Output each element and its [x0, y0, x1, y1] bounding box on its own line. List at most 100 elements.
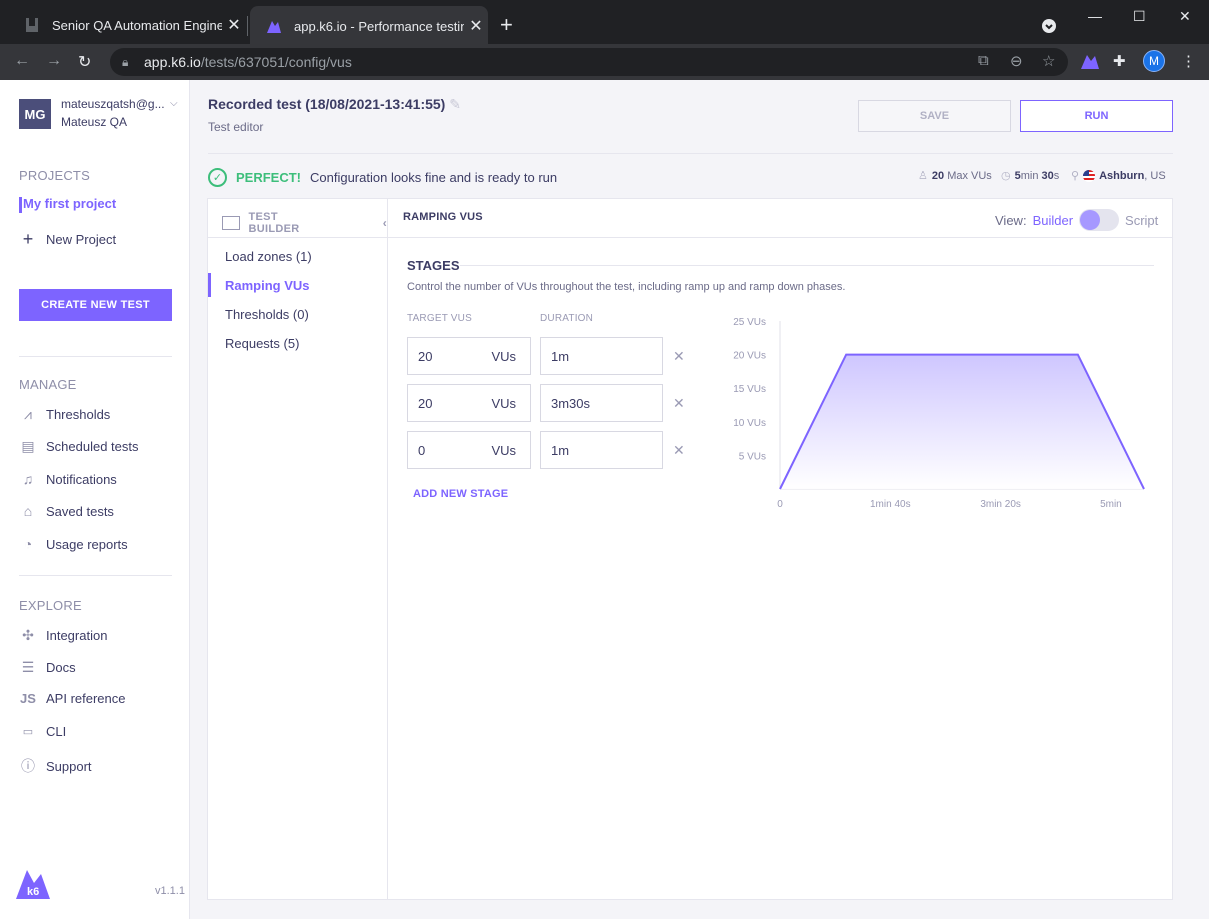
new-project-label: New Project: [46, 232, 117, 247]
chevron-down-icon[interactable]: ⌵: [170, 98, 178, 109]
vus-area-fill: [780, 354, 1144, 489]
back-icon[interactable]: ←: [14, 52, 30, 70]
view-builder-option[interactable]: Builder: [1033, 213, 1073, 228]
view-toggle[interactable]: [1079, 209, 1120, 231]
sidebar-item-notifications[interactable]: ♫ Notifications: [19, 471, 117, 487]
browser-tab-1[interactable]: Senior QA Automation Engineer ✕: [8, 6, 246, 44]
builder-item-ramping-vus[interactable]: Ramping VUs: [225, 278, 310, 293]
y-tick-label: 5 VUs: [739, 451, 766, 462]
sidebar-item-support[interactable]: ⓘ Support: [19, 756, 92, 776]
divider: [208, 237, 387, 238]
section-heading: RAMPING VUS: [403, 211, 483, 223]
k6-extension-icon[interactable]: [1080, 52, 1100, 70]
sidebar-item-saved-tests[interactable]: ⌂ Saved tests: [19, 503, 114, 519]
page-favicon-icon: [26, 18, 38, 32]
stages-heading: STAGES: [407, 258, 460, 273]
sidebar-item-api-reference[interactable]: JS API reference: [19, 691, 125, 706]
sidebar-item-label: Integration: [46, 628, 108, 643]
sidebar-item-integration[interactable]: ✣ Integration: [19, 627, 107, 644]
browser-chrome: Senior QA Automation Engineer ✕ app.k6.i…: [0, 0, 1209, 80]
sidebar-item-label: Support: [46, 758, 92, 774]
target-vus-input[interactable]: 20 VUs: [407, 384, 531, 422]
target-vus-input[interactable]: 20 VUs: [407, 337, 531, 375]
new-project-link[interactable]: + New Project: [19, 229, 116, 250]
tab-search-icon[interactable]: [1041, 18, 1057, 34]
user-email[interactable]: mateuszqatsh@g...: [61, 97, 173, 111]
translate-icon[interactable]: ⧉: [978, 52, 989, 69]
browser-menu-icon[interactable]: ⋮: [1181, 52, 1196, 70]
profile-avatar[interactable]: M: [1143, 50, 1165, 72]
k6-app: MG mateuszqatsh@g... Mateusz QA ⌵ PROJEC…: [0, 80, 1209, 919]
chevron-left-icon[interactable]: ‹: [383, 216, 387, 230]
minimize-icon[interactable]: —: [1088, 8, 1102, 24]
sidebar-item-label: Saved tests: [46, 503, 114, 519]
target-vus-value: 20: [418, 395, 433, 411]
zoom-icon[interactable]: ⊖: [1010, 52, 1023, 70]
duration-input[interactable]: 3m30s: [540, 384, 663, 422]
duration-input[interactable]: 1m: [540, 337, 663, 375]
save-button[interactable]: SAVE: [858, 100, 1011, 132]
js-icon: JS: [20, 691, 36, 706]
close-icon[interactable]: ✕: [226, 15, 242, 35]
create-new-test-button[interactable]: CREATE NEW TEST: [19, 289, 172, 321]
builder-nav: TEST BUILDER ‹ Load zones (1) Ramping VU…: [208, 199, 388, 899]
close-icon[interactable]: ✕: [468, 16, 484, 36]
sidebar-item-label: Thresholds: [46, 407, 111, 422]
version-label: v1.1.1: [155, 885, 185, 897]
reload-icon[interactable]: ↻: [78, 52, 91, 72]
location-country: , US: [1144, 169, 1166, 182]
address-bar[interactable]: 🔒︎ app.k6.io/tests/637051/config/vus: [110, 48, 1068, 76]
sidebar-item-thresholds[interactable]: ⩘ Thresholds: [19, 406, 110, 423]
check-circle-icon: ✓: [208, 168, 227, 187]
col-header-duration: DURATION: [540, 313, 594, 324]
builder-item-requests[interactable]: Requests (5): [225, 336, 299, 351]
maximize-icon[interactable]: ☐: [1133, 8, 1146, 25]
view-switcher: View: Builder Script: [995, 209, 1158, 231]
k6-logo-icon[interactable]: k6: [15, 866, 51, 900]
active-item-indicator: [208, 273, 211, 297]
status-badge: PERFECT!: [236, 170, 301, 185]
bookmark-star-icon[interactable]: ☆: [1042, 52, 1055, 70]
duration-input[interactable]: 1m: [540, 431, 663, 469]
remove-stage-icon[interactable]: ✕: [673, 348, 685, 365]
sidebar-item-docs[interactable]: ☰ Docs: [19, 659, 76, 676]
new-tab-button[interactable]: +: [500, 14, 513, 36]
extensions-puzzle-icon[interactable]: ✚: [1113, 52, 1126, 70]
remove-stage-icon[interactable]: ✕: [673, 442, 685, 459]
max-vus-label: Max VUs: [947, 169, 992, 182]
view-label: View:: [995, 212, 1027, 228]
window-close-icon[interactable]: ✕: [1179, 8, 1191, 25]
view-script-option[interactable]: Script: [1125, 213, 1158, 228]
us-flag-icon: [1083, 169, 1096, 182]
duration-min-unit: min: [1020, 169, 1039, 182]
sidebar-item-label: Docs: [46, 660, 76, 675]
url-text: app.k6.io/tests/637051/config/vus: [144, 54, 352, 70]
ramping-vus-chart: 25 VUs 20 VUs 15 VUs 10 VUs 5 VUs 0 1min 40s 3m…: [733, 317, 1145, 510]
builder-item-load-zones[interactable]: Load zones (1): [225, 249, 312, 264]
builder-item-thresholds[interactable]: Thresholds (0): [225, 307, 309, 322]
x-tick-label: 1min 40s: [870, 499, 911, 510]
logo-text: k6: [27, 886, 39, 898]
y-tick-label: 25 VUs: [733, 317, 766, 328]
edit-pencil-icon[interactable]: ✎: [449, 96, 461, 112]
manage-heading: MANAGE: [19, 377, 77, 392]
unit-label: VUs: [491, 442, 516, 458]
sidebar-item-my-first-project[interactable]: My first project: [23, 196, 116, 211]
divider: [208, 153, 1173, 154]
sidebar-item-scheduled-tests[interactable]: ▤ Scheduled tests: [19, 438, 138, 455]
bell-icon: ♫: [22, 471, 34, 487]
x-tick-label: 3min 20s: [980, 499, 1021, 510]
browser-tab-2[interactable]: app.k6.io - Performance testing f ✕: [250, 6, 488, 46]
lock-icon: 🔒︎: [122, 54, 129, 69]
run-button[interactable]: RUN: [1020, 100, 1173, 132]
sidebar-item-cli[interactable]: ▭ CLI: [19, 724, 66, 739]
add-new-stage-button[interactable]: ADD NEW STAGE: [413, 488, 508, 500]
forward-icon[interactable]: →: [46, 52, 62, 70]
duration-stat: ◷ 5 min 30 s: [1001, 169, 1060, 183]
remove-stage-icon[interactable]: ✕: [673, 395, 685, 412]
avatar[interactable]: MG: [19, 99, 51, 129]
target-vus-input[interactable]: 0 VUs: [407, 431, 531, 469]
sidebar-item-usage-reports[interactable]: ◔ Usage reports: [19, 536, 128, 552]
sidebar: MG mateuszqatsh@g... Mateusz QA ⌵ PROJEC…: [0, 80, 190, 919]
duration-sec-unit: s: [1053, 169, 1060, 182]
